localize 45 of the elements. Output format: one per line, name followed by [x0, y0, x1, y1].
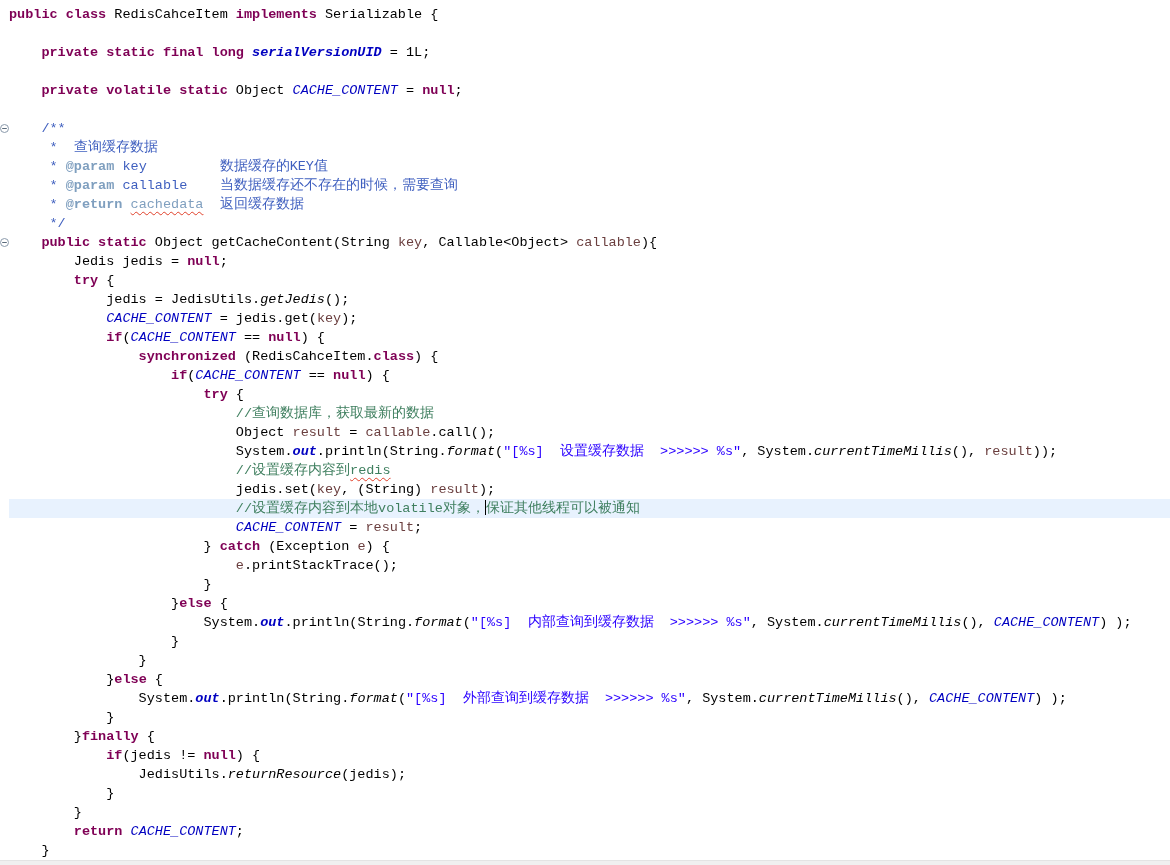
code-line: } — [105, 709, 116, 727]
code-line: e.printStackTrace(); — [234, 557, 399, 575]
code-line: System.out.println(String.format("[%s] 内部查询到缓存数据 >>>>>> %s", System.currentTimeMillis(), CACHE_CONTENT) ); — [202, 613, 1133, 632]
code-line: synchronized (RedisCahceItem.class) { — [137, 348, 440, 366]
code-line: return CACHE_CONTENT; — [72, 823, 245, 841]
code-line: } — [72, 804, 83, 822]
code-line: * @param callable 当数据缓存还不存在的时候，需要查询 — [48, 176, 459, 195]
code-line: private static final long serialVersionUID = 1L; — [40, 44, 432, 62]
code-line: } — [170, 633, 181, 651]
horizontal-scrollbar[interactable] — [0, 860, 1170, 865]
code-line: jedis = JedisUtils.getJedis(); — [105, 291, 351, 309]
code-line: */ — [48, 215, 67, 233]
code-line: CACHE_CONTENT = result; — [234, 519, 424, 537]
code-line: } — [105, 785, 116, 803]
code-line: if(CACHE_CONTENT == null) { — [105, 329, 326, 347]
code-line: } catch (Exception e) { — [202, 538, 391, 556]
code-line: * @param key 数据缓存的KEY值 — [48, 157, 329, 176]
code-line: Object result = callable.call(); — [234, 424, 497, 442]
code-line: try { — [72, 272, 116, 290]
code-line: } — [137, 652, 148, 670]
code-line: /** — [40, 120, 67, 138]
code-line: private volatile static Object CACHE_CONTENT = null; — [40, 82, 464, 100]
code-line: public static Object getCacheContent(String key, Callable<Object> callable){ — [40, 234, 659, 252]
code-line: public class RedisCahceItem implements Serializable { — [9, 6, 440, 24]
collapse-icon[interactable] — [0, 238, 9, 247]
code-line: try { — [202, 386, 245, 404]
code-line: if(CACHE_CONTENT == null) { — [170, 367, 391, 385]
code-line: }else { — [105, 671, 164, 689]
code-line: } — [202, 576, 213, 594]
code-line: if(jedis != null) { — [105, 747, 262, 765]
code-line: //设置缓存内容到redis — [234, 461, 392, 480]
code-line: //查询数据库，获取最新的数据 — [234, 404, 436, 423]
code-line: * 查询缓存数据 — [48, 138, 159, 157]
code-line: JedisUtils.returnResource(jedis); — [137, 766, 407, 784]
code-line: Jedis jedis = null; — [72, 253, 229, 271]
code-line: CACHE_CONTENT = jedis.get(key); — [105, 310, 359, 328]
code-line: }finally { — [72, 728, 156, 746]
text-cursor — [484, 500, 486, 515]
code-line: }else { — [170, 595, 229, 613]
code-line: System.out.println(String.format("[%s] 设置缓存数据 >>>>>> %s", System.currentTimeMillis(), result)); — [234, 442, 1059, 461]
code-line: System.out.println(String.format("[%s] 外部查询到缓存数据 >>>>>> %s", System.currentTimeMillis(), CACHE_CONTENT) ); — [137, 689, 1068, 708]
collapse-icon[interactable] — [0, 124, 9, 133]
code-line: jedis.set(key, (String) result); — [234, 481, 497, 499]
code-line: * @return cachedata 返回缓存数据 — [48, 195, 305, 214]
code-line: } — [40, 842, 51, 860]
